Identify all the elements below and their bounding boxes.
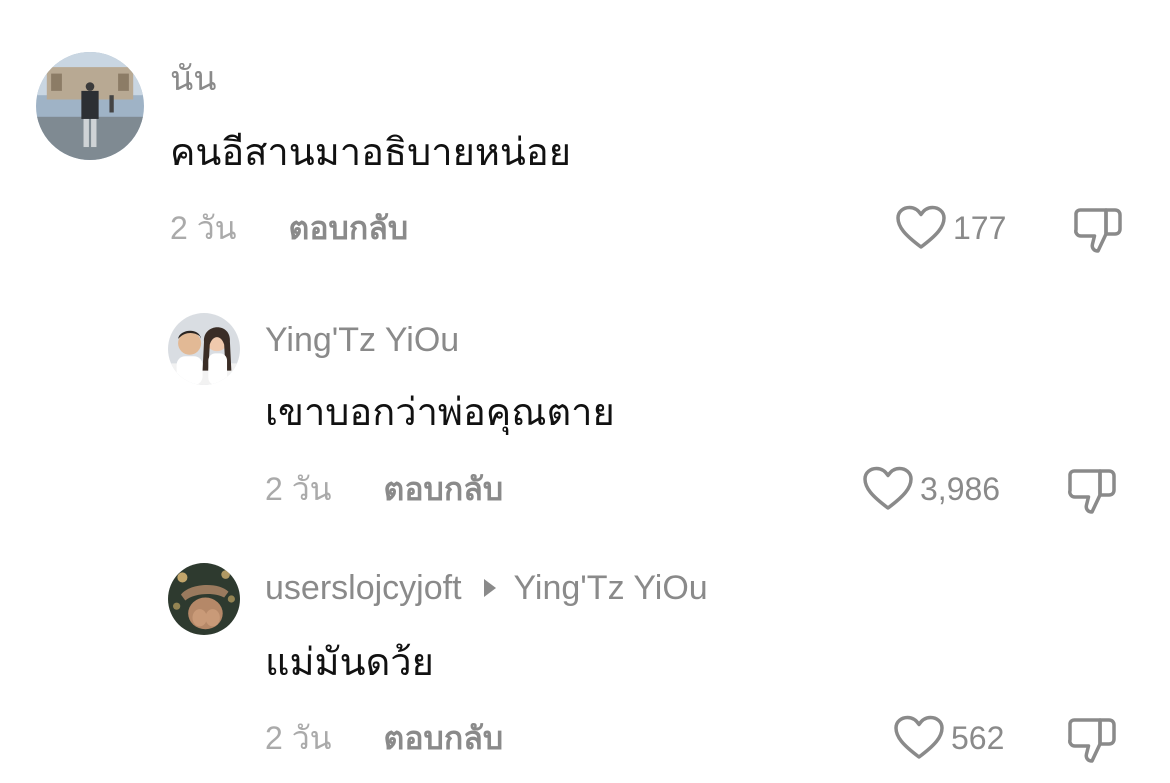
dislike-button[interactable] [1072, 206, 1124, 256]
comment-username[interactable]: Ying'Tz YiOu [265, 318, 459, 362]
heart-outline-icon [894, 715, 944, 759]
avatar-photo [36, 52, 144, 160]
heart-outline-icon [863, 466, 913, 510]
reply-to-username[interactable]: Ying'Tz YiOu [514, 569, 708, 608]
comment-timestamp: 2 วัน [265, 470, 332, 507]
avatar[interactable] [168, 313, 240, 385]
comment-section: นัน คนอีสานมาอธิบายหน่อย 2 วัน ตอบกลับ 1… [0, 0, 1170, 783]
like-count: 3,986 [920, 470, 1001, 507]
triangle-right-icon [483, 579, 496, 597]
dislike-button[interactable] [1066, 467, 1118, 517]
avatar-photo [168, 563, 240, 635]
username-text: Ying'Tz YiOu [265, 320, 460, 359]
reply-button[interactable]: ตอบกลับ [384, 464, 504, 515]
dislike-button[interactable] [1066, 716, 1118, 766]
avatar[interactable] [36, 52, 144, 160]
like-count: 177 [953, 209, 1007, 246]
reply-button[interactable]: ตอบกลับ [384, 713, 504, 764]
like-count: 562 [951, 719, 1005, 756]
comment-text: คนอีสานมาอธิบายหน่อย [170, 132, 571, 174]
username-text: userslojcyjoft [265, 568, 462, 607]
like-button[interactable]: 562 [893, 714, 1004, 762]
thumbs-down-outline-icon [1068, 718, 1116, 763]
like-button[interactable]: 3,986 [862, 465, 1000, 513]
avatar-photo [168, 313, 240, 385]
username-text: นัน [170, 60, 217, 98]
thumbs-down-outline-icon [1068, 469, 1116, 514]
comment-text: เขาบอกว่าพ่อคุณตาย [265, 392, 615, 434]
like-button[interactable]: 177 [895, 204, 1006, 252]
avatar[interactable] [168, 563, 240, 635]
comment-username[interactable]: userslojcyjoft Ying'Tz YiOu [265, 566, 708, 610]
comment-username[interactable]: นัน [170, 56, 216, 100]
reply-button[interactable]: ตอบกลับ [289, 203, 409, 254]
comment-meta: 2 วัน ตอบกลับ [170, 206, 408, 250]
comment-meta: 2 วัน ตอบกลับ [265, 716, 503, 760]
thumbs-down-outline-icon [1074, 208, 1122, 253]
comment-timestamp: 2 วัน [265, 719, 332, 756]
heart-outline-icon [896, 205, 946, 249]
comment-timestamp: 2 วัน [170, 209, 237, 246]
comment-text: แม่มันดว้ย [265, 642, 434, 684]
comment-meta: 2 วัน ตอบกลับ [265, 467, 503, 511]
